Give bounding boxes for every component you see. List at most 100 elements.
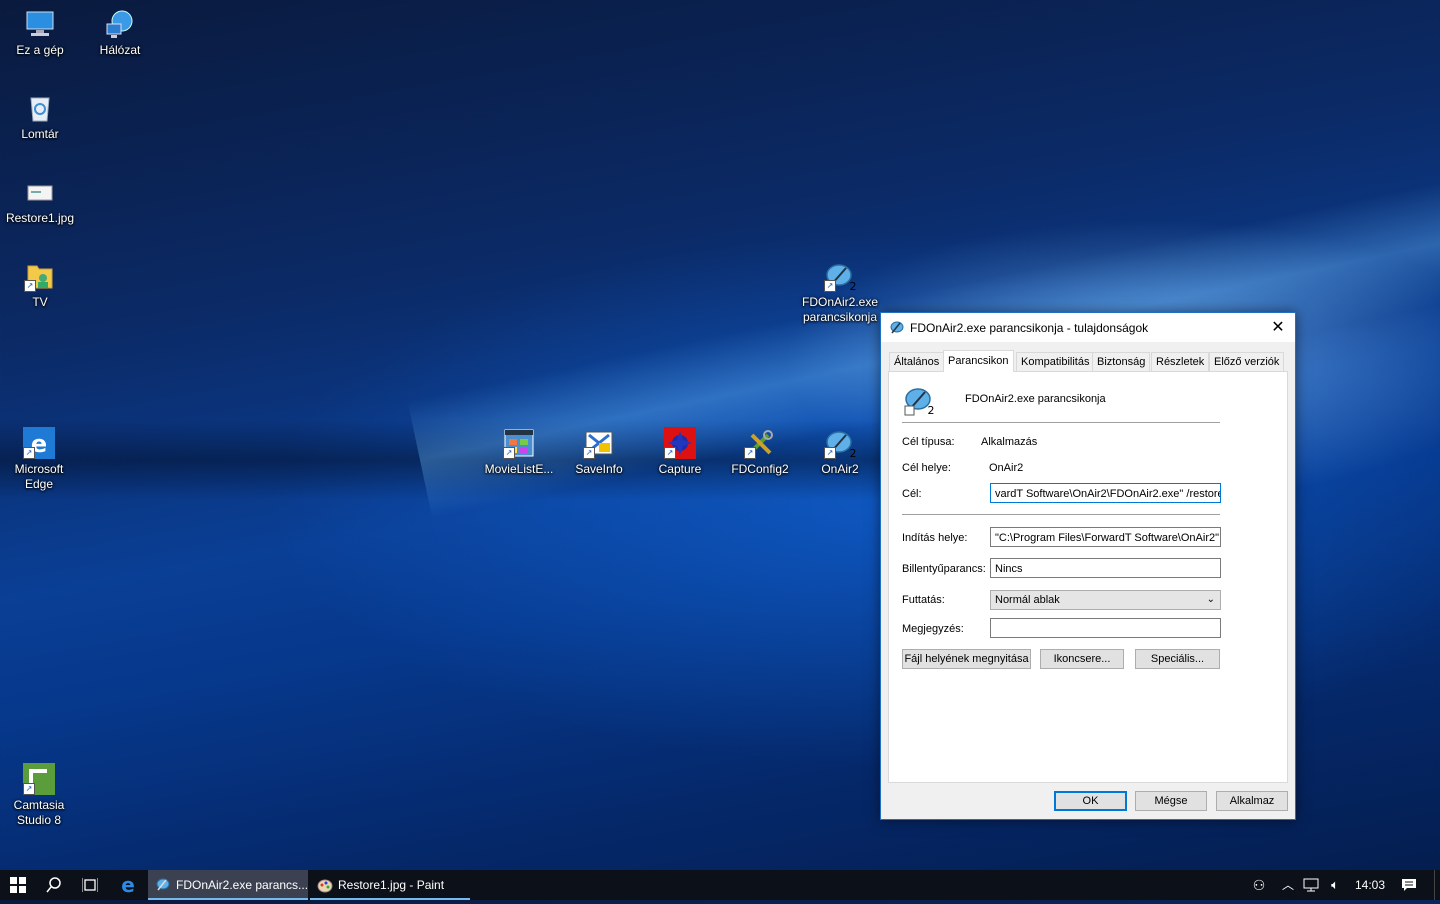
- computer-icon: [24, 8, 56, 40]
- divider: [902, 422, 1220, 423]
- desktop-icon-label: Microsoft Edge: [14, 462, 64, 491]
- desktop-icon-this-pc[interactable]: Ez a gép: [2, 8, 78, 58]
- tab-previous-versions[interactable]: Előző verziók: [1209, 352, 1285, 371]
- satellite-dish-icon: 2 ↗: [824, 260, 857, 293]
- volume-tray-button[interactable]: 🔈︎: [1324, 870, 1346, 900]
- target-type-label: Cél típusa:: [902, 436, 955, 448]
- comment-label: Megjegyzés:: [902, 623, 964, 635]
- ok-button[interactable]: OK: [1054, 791, 1127, 811]
- windows-logo-icon: [10, 877, 26, 893]
- tab-security[interactable]: Biztonság: [1092, 352, 1151, 371]
- start-in-label: Indítás helye:: [902, 532, 968, 544]
- desktop-icon-saveinfo[interactable]: ↗ SaveInfo: [561, 427, 637, 477]
- shortcut-arrow-icon: ↗: [824, 447, 836, 459]
- divider: [902, 514, 1220, 515]
- chevron-up-icon: ︿: [1281, 878, 1294, 892]
- satellite-dish-icon: 2 ↗: [824, 427, 857, 460]
- shortcut-tab-panel: 2 FDOnAir2.exe parancsikonja Cél típusa:…: [888, 371, 1288, 783]
- recycle-bin-icon: [24, 92, 56, 124]
- desktop-icon-label: FDOnAir2.exe parancsikonja: [801, 295, 879, 324]
- start-in-input[interactable]: "C:\Program Files\ForwardT Software\OnAi…: [990, 527, 1221, 547]
- target-label: Cél:: [902, 488, 922, 500]
- satellite-dish-icon: 2: [903, 384, 935, 417]
- taskbar-app-label: Restore1.jpg - Paint: [338, 878, 445, 892]
- comment-input[interactable]: [990, 618, 1221, 638]
- desktop-icon-fdonair2-shortcut[interactable]: 2 ↗ FDOnAir2.exe parancsikonja: [801, 260, 879, 325]
- tools-icon: ↗: [744, 427, 776, 459]
- shortcut-arrow-icon: ↗: [503, 447, 515, 459]
- taskbar-app-label: FDOnAir2.exe parancs...: [176, 878, 308, 892]
- camtasia-icon: ↗: [23, 763, 55, 795]
- shortcut-arrow-icon: ↗: [664, 447, 676, 459]
- network-tray-button[interactable]: [1300, 870, 1322, 900]
- edge-icon: e: [121, 873, 135, 897]
- tab-shortcut[interactable]: Parancsikon: [943, 350, 1014, 372]
- network-tray-icon: [1303, 878, 1319, 892]
- desktop-icon-label: Lomtár: [21, 127, 59, 141]
- clock[interactable]: 14:03: [1352, 870, 1388, 900]
- shortcut-name: FDOnAir2.exe parancsikonja: [965, 393, 1106, 405]
- dialog-title: FDOnAir2.exe parancsikonja - tulajdonság…: [910, 321, 1149, 335]
- paint-icon: [317, 879, 333, 893]
- speaker-icon: 🔈︎: [1331, 877, 1339, 892]
- shortcut-arrow-icon: ↗: [824, 280, 836, 292]
- apply-button[interactable]: Alkalmaz: [1216, 791, 1288, 811]
- desktop-icon-tv[interactable]: ↗ TV: [2, 260, 78, 310]
- show-hidden-icons-button[interactable]: ︿: [1278, 870, 1298, 900]
- shortcut-arrow-icon: ↗: [24, 280, 36, 292]
- run-label: Futtatás:: [902, 594, 945, 606]
- desktop-icon-movielist[interactable]: ↗ MovieListE...: [481, 427, 557, 477]
- edge-taskbar-button[interactable]: e: [110, 870, 146, 900]
- run-select-value: Normál ablak: [995, 594, 1060, 606]
- tab-general[interactable]: Általános: [889, 352, 945, 371]
- search-button[interactable]: [36, 870, 72, 900]
- advanced-button[interactable]: Speciális...: [1135, 649, 1220, 669]
- desktop-icon-label: OnAir2: [821, 462, 859, 476]
- saveinfo-icon: ↗: [583, 427, 615, 459]
- desktop-icon-label: FDConfig2: [731, 462, 789, 476]
- capture-icon: ↗: [664, 427, 696, 459]
- target-input[interactable]: vardT Software\OnAir2\FDOnAir2.exe" /res…: [990, 483, 1221, 503]
- action-center-button[interactable]: [1394, 870, 1424, 900]
- desktop-icon-restore1[interactable]: Restore1.jpg: [2, 176, 78, 226]
- desktop-icon-label: Capture: [658, 462, 702, 476]
- people-button[interactable]: ⚇: [1246, 870, 1272, 900]
- network-icon: [104, 8, 136, 40]
- run-select[interactable]: Normál ablak ⌄: [990, 590, 1221, 610]
- taskbar-app-properties[interactable]: FDOnAir2.exe parancs...: [148, 870, 308, 900]
- tab-compatibility[interactable]: Kompatibilitás: [1016, 352, 1095, 371]
- satellite-dish-icon: [156, 878, 170, 891]
- close-button[interactable]: ✕: [1261, 313, 1295, 342]
- dialog-titlebar[interactable]: FDOnAir2.exe parancsikonja - tulajdonság…: [881, 313, 1295, 342]
- desktop-icon-camtasia[interactable]: ↗ Camtasia Studio 8: [1, 763, 77, 828]
- taskbar-app-paint[interactable]: Restore1.jpg - Paint: [310, 870, 470, 900]
- open-file-location-button[interactable]: Fájl helyének megnyitása: [902, 649, 1031, 669]
- shortcut-arrow-icon: ↗: [23, 447, 35, 459]
- svg-text:2: 2: [850, 280, 857, 292]
- desktop-icon-edge[interactable]: e ↗ Microsoft Edge: [1, 427, 77, 492]
- shortcut-arrow-icon: ↗: [744, 447, 756, 459]
- properties-dialog: FDOnAir2.exe parancsikonja - tulajdonság…: [880, 312, 1296, 820]
- shortcut-arrow-icon: ↗: [583, 447, 595, 459]
- shortcut-arrow-icon: ↗: [23, 783, 35, 795]
- change-icon-button[interactable]: Ikoncsere...: [1040, 649, 1124, 669]
- desktop-icon-label: Restore1.jpg: [5, 211, 75, 225]
- target-location-value: OnAir2: [989, 462, 1024, 474]
- desktop-icon-onair2[interactable]: 2 ↗ OnAir2: [802, 427, 878, 477]
- target-location-label: Cél helye:: [902, 462, 951, 474]
- desktop-icon-network[interactable]: Hálózat: [82, 8, 158, 58]
- start-button[interactable]: [0, 870, 36, 900]
- desktop-icon-fdconfig2[interactable]: ↗ FDConfig2: [722, 427, 798, 477]
- tab-details[interactable]: Részletek: [1151, 352, 1210, 371]
- notification-icon: [1402, 879, 1416, 891]
- image-file-icon: [24, 176, 56, 208]
- hotkey-label: Billentyűparancs:: [902, 563, 986, 575]
- task-view-button[interactable]: [72, 870, 108, 900]
- desktop-icon-label: SaveInfo: [575, 462, 623, 476]
- show-desktop-button[interactable]: [1434, 870, 1440, 900]
- desktop-icon-label: Camtasia Studio 8: [13, 798, 65, 827]
- desktop-icon-capture[interactable]: ↗ Capture: [642, 427, 718, 477]
- hotkey-input[interactable]: Nincs: [990, 558, 1221, 578]
- desktop-icon-recycle-bin[interactable]: Lomtár: [2, 92, 78, 142]
- cancel-button[interactable]: Mégse: [1135, 791, 1207, 811]
